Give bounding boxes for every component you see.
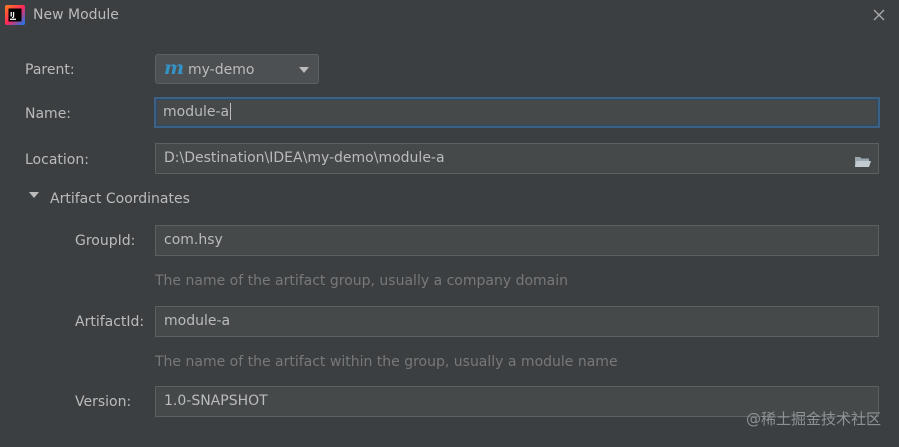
folder-icon[interactable] [854, 151, 872, 167]
parent-value: my-demo [188, 62, 255, 78]
version-label: Version: [75, 394, 132, 410]
artifactid-label: ArtifactId: [75, 314, 145, 330]
dialog-title: New Module [33, 7, 119, 23]
artifactid-hint: The name of the artifact within the grou… [155, 354, 618, 370]
artifactid-field[interactable]: module-a [155, 306, 879, 337]
parent-label: Parent: [25, 62, 75, 78]
groupid-field[interactable]: com.hsy [155, 225, 879, 256]
artifact-coordinates-header[interactable]: Artifact Coordinates [50, 190, 190, 208]
artifactid-value: module-a [164, 313, 231, 329]
maven-icon: m [164, 57, 185, 79]
name-value: module-a [163, 104, 230, 120]
svg-text:IJ: IJ [10, 11, 15, 19]
title-bar: IJ New Module [0, 0, 899, 30]
chevron-down-icon [299, 67, 309, 73]
version-value: 1.0-SNAPSHOT [164, 393, 268, 409]
name-field[interactable]: module-a [154, 97, 880, 128]
groupid-label: GroupId: [75, 233, 136, 249]
section-collapse-icon[interactable] [29, 192, 39, 198]
location-value: D:\Destination\IDEA\my-demo\module-a [164, 150, 445, 166]
name-label: Name: [25, 106, 72, 122]
location-field[interactable]: D:\Destination\IDEA\my-demo\module-a [155, 143, 879, 174]
watermark: @稀土掘金技术社区 [745, 410, 881, 428]
close-icon[interactable] [868, 4, 890, 26]
intellij-idea-icon: IJ [5, 5, 25, 25]
groupid-hint: The name of the artifact group, usually … [155, 273, 568, 289]
groupid-value: com.hsy [164, 232, 223, 248]
location-label: Location: [25, 152, 89, 168]
parent-select[interactable]: m my-demo [155, 54, 319, 84]
text-caret [230, 102, 232, 120]
new-module-dialog: IJ New Module Parent: m my-demo Name: mo… [0, 0, 899, 447]
